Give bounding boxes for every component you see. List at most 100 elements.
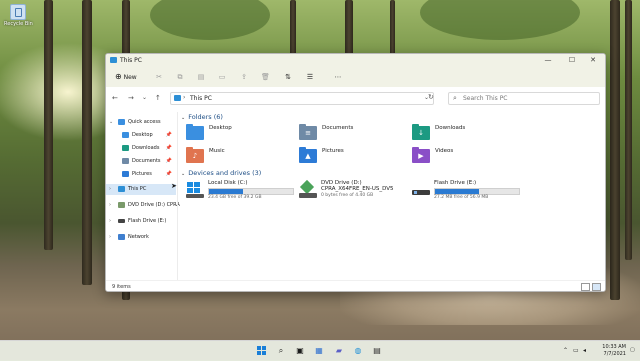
chat-icon[interactable]: ▰: [333, 345, 345, 357]
sidebar-label: DVD Drive (D:) CPRA: [128, 202, 180, 208]
network-icon: [118, 234, 125, 240]
refresh-icon[interactable]: ↻: [428, 93, 434, 101]
chevron-right-icon[interactable]: ›: [109, 216, 111, 227]
pin-icon: 📌: [165, 171, 172, 177]
sidebar-label: This PC: [128, 186, 147, 192]
search-box[interactable]: ⌕: [448, 92, 600, 105]
sidebar-label: Flash Drive (E:): [128, 218, 167, 224]
address-path: This PC: [190, 95, 212, 102]
folder-label: Downloads: [435, 125, 466, 131]
sidebar-item-network[interactable]: › Network: [106, 232, 176, 243]
drive-usage-fill: [209, 189, 243, 194]
share-icon[interactable]: ⇪: [240, 73, 248, 81]
tree-trunk: [625, 0, 632, 260]
chevron-up-icon[interactable]: ⌃: [563, 347, 568, 354]
search-icon[interactable]: ⌕: [275, 345, 287, 357]
pin-icon: 📌: [165, 132, 172, 138]
chevron-right-icon[interactable]: ›: [109, 200, 111, 211]
sidebar-item-pictures[interactable]: Pictures 📌: [106, 169, 176, 180]
task-view-icon[interactable]: ▣: [294, 345, 306, 357]
file-explorer-window: This PC — ☐ ✕ ⊕ New ✂ ⧉ ▤ ▭ ⇪ 🗑 ⇅ ☰ ⋯ ← …: [105, 53, 606, 292]
folder-music[interactable]: ♪ Music: [186, 147, 296, 165]
sidebar-item-documents[interactable]: Documents 📌: [106, 156, 176, 167]
address-bar[interactable]: › This PC ⌄: [170, 92, 434, 105]
clock[interactable]: 10:33 AM 7/7/2021: [596, 344, 626, 358]
recycle-bin-icon: [10, 4, 26, 20]
search-input[interactable]: [463, 93, 593, 103]
folder-videos[interactable]: ▶ Videos: [412, 147, 522, 165]
drive-free-space: 0 bytes free of 4.40 GB: [321, 193, 374, 198]
chevron-down-icon[interactable]: ⌄: [109, 117, 113, 128]
folder-downloads[interactable]: ↓ Downloads: [412, 124, 522, 142]
sidebar-label: Desktop: [132, 132, 153, 138]
forward-arrow-icon[interactable]: →: [128, 94, 134, 102]
recycle-bin-desktop-icon[interactable]: Recycle Bin: [4, 4, 33, 27]
volume-icon[interactable]: ◂: [583, 347, 586, 354]
star-icon: [118, 119, 125, 125]
view-icon[interactable]: ☰: [306, 73, 314, 81]
new-button[interactable]: ⊕ New: [115, 72, 137, 82]
tree-trunk: [390, 0, 395, 60]
maximize-button[interactable]: ☐: [561, 55, 583, 66]
details-view-icon[interactable]: [581, 283, 590, 291]
drive-free-space: 23.4 GB free of 39.2 GB: [208, 195, 262, 200]
recent-chevron-icon[interactable]: ⌄: [142, 94, 147, 102]
drive-usage-bar: [434, 188, 520, 195]
large-icons-view-icon[interactable]: [592, 283, 601, 291]
drive-local-disk-c[interactable]: Local Disk (C:) 23.4 GB free of 39.2 GB: [186, 180, 301, 206]
folder-label: Pictures: [322, 148, 344, 154]
windows-drive-icon: [186, 182, 204, 198]
sidebar-item-flash-drive[interactable]: › Flash Drive (E:): [106, 216, 176, 227]
sidebar-label: Documents: [132, 158, 161, 164]
edge-icon[interactable]: ◍: [352, 345, 364, 357]
folder-desktop[interactable]: Desktop: [186, 124, 296, 142]
drive-free-space: 27.2 MB free of 56.9 MB: [434, 195, 489, 200]
chevron-right-icon[interactable]: ›: [109, 184, 111, 195]
cut-icon[interactable]: ✂: [155, 73, 163, 81]
drive-flash-e[interactable]: Flash Drive (E:) 27.2 MB free of 56.9 MB: [412, 180, 527, 206]
this-pc-icon: [118, 186, 125, 192]
sidebar-item-downloads[interactable]: Downloads 📌: [106, 143, 176, 154]
close-button[interactable]: ✕: [582, 55, 604, 66]
sort-icon[interactable]: ⇅: [284, 73, 292, 81]
network-icon[interactable]: ▭: [573, 347, 579, 354]
back-arrow-icon[interactable]: ←: [112, 94, 118, 102]
recycle-bin-label: Recycle Bin: [4, 21, 33, 27]
chevron-down-icon: ⌄: [181, 171, 186, 177]
drives-group-header[interactable]: ⌄ Devices and drives (3): [181, 169, 261, 177]
copy-icon[interactable]: ⧉: [176, 73, 184, 81]
tree-trunk: [345, 0, 353, 60]
videos-folder-icon: ▶: [412, 147, 430, 163]
minimize-button[interactable]: —: [537, 55, 559, 66]
tree-trunk: [82, 0, 92, 285]
downloads-folder-icon: [122, 145, 129, 151]
sidebar-item-this-pc[interactable]: › This PC: [106, 184, 176, 195]
start-icon[interactable]: [256, 345, 268, 357]
item-count: 9 items: [112, 284, 131, 290]
sidebar-label: Downloads: [132, 145, 160, 151]
widgets-icon[interactable]: ▦: [313, 345, 325, 357]
folder-pictures[interactable]: ▲ Pictures: [299, 147, 409, 165]
folders-group-header[interactable]: ⌄ Folders (6): [181, 113, 223, 121]
flash-drive-icon: [412, 182, 430, 198]
paste-icon[interactable]: ▤: [197, 73, 205, 81]
sidebar-item-desktop[interactable]: Desktop 📌: [106, 130, 176, 141]
title-bar[interactable]: This PC — ☐ ✕: [106, 54, 605, 67]
sidebar-item-quick-access[interactable]: ⌄ Quick access: [106, 117, 176, 128]
chevron-right-icon: ›: [183, 94, 186, 101]
folder-documents[interactable]: ≡ Documents: [299, 124, 409, 142]
more-icon[interactable]: ⋯: [334, 73, 342, 81]
folder-label: Music: [209, 148, 225, 154]
rename-icon[interactable]: ▭: [218, 73, 226, 81]
folders-header-text: Folders (6): [188, 113, 223, 121]
tree-trunk: [290, 0, 296, 60]
delete-icon[interactable]: 🗑: [261, 73, 270, 81]
sidebar-label: Pictures: [132, 171, 152, 177]
navigation-pane: ⌄ Quick access Desktop 📌 Downloads 📌 Doc…: [106, 112, 180, 282]
store-icon[interactable]: ▤: [371, 345, 383, 357]
sidebar-item-dvd-drive[interactable]: › DVD Drive (D:) CPRA: [106, 200, 180, 211]
up-arrow-icon[interactable]: ↑: [155, 94, 161, 102]
chevron-right-icon[interactable]: ›: [109, 232, 111, 243]
drive-dvd-d[interactable]: DVD Drive (D:) CPRA_X64FRE_EN-US_DV5 0 b…: [299, 179, 414, 206]
notification-icon[interactable]: ▢: [630, 347, 635, 353]
